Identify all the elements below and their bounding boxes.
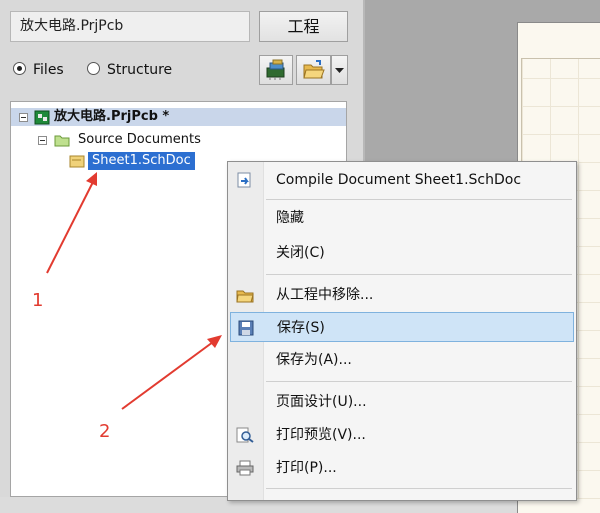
menu-item-close[interactable]: 关闭(C): [230, 238, 574, 268]
open-project-dropdown[interactable]: [331, 55, 348, 85]
menu-item-save-as-label: 保存为(A)...: [276, 352, 352, 368]
workspace-button[interactable]: [259, 55, 293, 85]
folder-icon: [54, 135, 70, 147]
radio-files[interactable]: Files: [13, 61, 83, 79]
collapse-icon[interactable]: [19, 113, 28, 122]
menu-item-print-label: 打印(P)...: [276, 460, 337, 476]
menu-item-close-label: 关闭(C): [276, 245, 325, 261]
menu-separator: [266, 381, 572, 382]
context-menu: Compile Document Sheet1.SchDoc 隐藏 关闭(C) …: [227, 161, 577, 501]
radio-structure[interactable]: Structure: [87, 61, 182, 79]
radio-structure-label: Structure: [107, 62, 173, 78]
tree-item-source-documents[interactable]: Source Documents: [11, 131, 331, 149]
schematic-doc-icon: [69, 155, 85, 168]
menu-separator: [266, 199, 572, 200]
menu-item-hide[interactable]: 隐藏: [230, 203, 574, 233]
chevron-down-icon: [335, 68, 344, 73]
folder-remove-icon: [236, 290, 254, 303]
annotation-label-2: 2: [99, 421, 111, 442]
tree-item-project[interactable]: 放大电路.PrjPcb *: [11, 108, 346, 126]
annotation-label-1: 1: [32, 290, 44, 311]
folder-open-icon: [303, 60, 325, 79]
tree-item-project-label: 放大电路.PrjPcb *: [54, 109, 170, 124]
project-button[interactable]: 工程: [259, 11, 348, 42]
menu-item-print-preview[interactable]: 打印预览(V)...: [230, 420, 574, 450]
print-icon: [236, 460, 254, 476]
tree-item-sheet1-label: Sheet1.SchDoc: [88, 152, 195, 170]
menu-item-print-preview-label: 打印预览(V)...: [276, 427, 366, 443]
menu-item-remove-from-project[interactable]: 从工程中移除...: [230, 280, 574, 310]
radio-files-indicator[interactable]: [13, 62, 26, 75]
menu-item-save-as[interactable]: 保存为(A)...: [230, 345, 574, 375]
menu-item-save-label: 保存(S): [277, 320, 325, 336]
radio-files-label: Files: [33, 62, 64, 78]
tree-item-source-documents-label: Source Documents: [78, 132, 201, 147]
menu-separator: [266, 274, 572, 275]
menu-item-remove-from-project-label: 从工程中移除...: [276, 287, 374, 303]
chip-stack-icon: [266, 59, 285, 80]
open-project-button[interactable]: [296, 55, 331, 85]
pcb-project-icon: [34, 110, 50, 125]
menu-separator: [266, 488, 572, 489]
menu-item-save[interactable]: 保存(S): [230, 312, 574, 342]
menu-item-page-setup[interactable]: 页面设计(U)...: [230, 387, 574, 417]
menu-item-compile-document[interactable]: Compile Document Sheet1.SchDoc: [230, 165, 574, 195]
radio-structure-indicator[interactable]: [87, 62, 100, 75]
menu-item-hide-label: 隐藏: [276, 210, 304, 226]
menu-item-print[interactable]: 打印(P)...: [230, 453, 574, 483]
print-preview-icon: [236, 427, 254, 443]
menu-item-page-setup-label: 页面设计(U)...: [276, 394, 367, 410]
project-path-field[interactable]: 放大电路.PrjPcb: [10, 11, 250, 42]
tree-item-sheet1[interactable]: Sheet1.SchDoc: [69, 152, 195, 170]
collapse-icon[interactable]: [38, 136, 47, 145]
save-icon: [238, 320, 254, 336]
compile-icon: [237, 172, 251, 188]
menu-item-compile-document-label: Compile Document Sheet1.SchDoc: [276, 172, 522, 188]
